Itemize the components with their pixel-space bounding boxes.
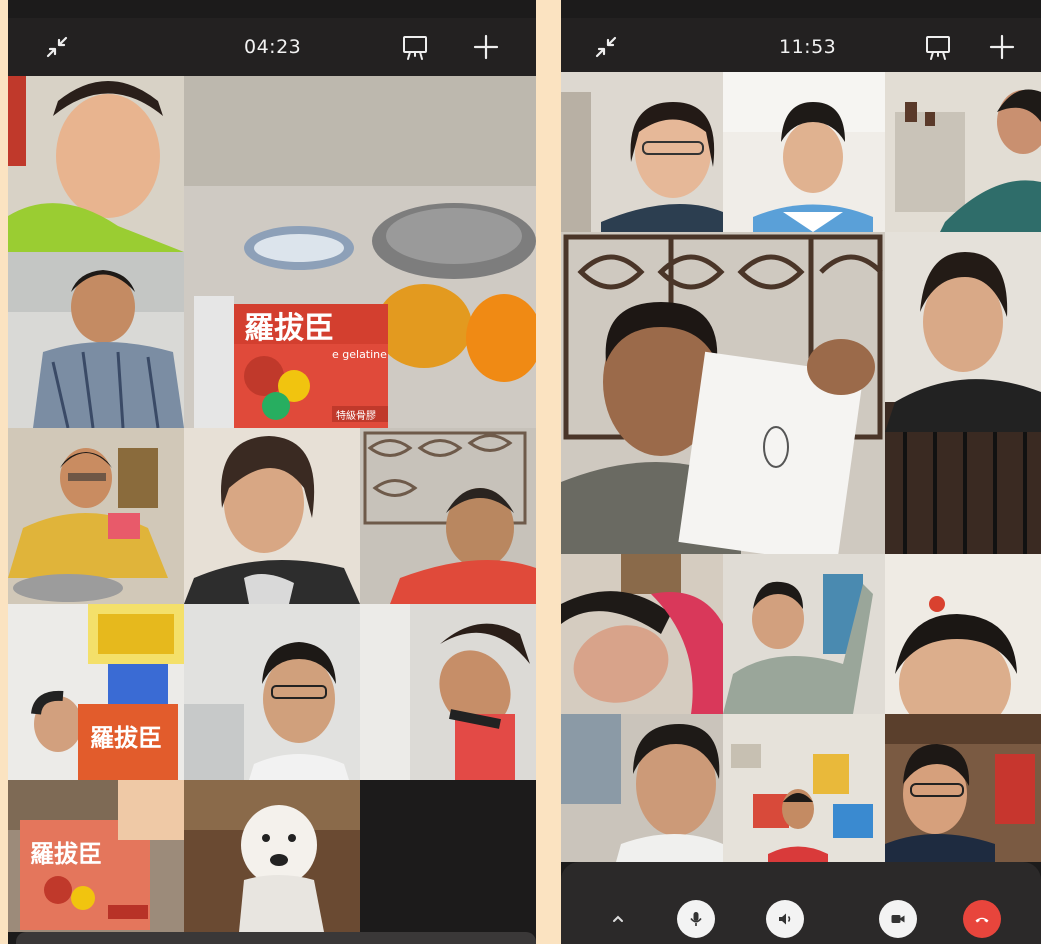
participant-video-tile[interactable] <box>360 428 536 604</box>
speaker-icon <box>779 913 791 925</box>
participant-video-tile[interactable] <box>184 428 360 604</box>
package-subtitle-text: e gelatine <box>332 348 387 361</box>
participant-grid: 羅拔臣 e gelatine 特級骨膠 羅拔臣 羅拔臣 <box>8 76 536 932</box>
package-brand-text: 羅拔臣 <box>90 724 162 752</box>
add-participant-icon[interactable] <box>471 32 501 62</box>
participant-video-tile[interactable]: 羅拔臣 e gelatine 特級骨膠 <box>184 76 536 428</box>
camera-button[interactable] <box>879 900 917 938</box>
right-call-screen: 11:53 <box>561 0 1041 944</box>
whiteboard-icon[interactable] <box>400 32 430 62</box>
participant-video-tile[interactable] <box>885 714 1041 862</box>
participant-video-tile[interactable] <box>561 714 723 862</box>
participant-video-tile[interactable] <box>885 232 1041 554</box>
microphone-button[interactable] <box>677 900 715 938</box>
participant-video-tile[interactable] <box>885 72 1041 232</box>
participant-video-tile[interactable] <box>360 604 536 780</box>
minimize-icon[interactable] <box>591 32 621 62</box>
call-controls-bar <box>561 862 1041 944</box>
add-participant-icon[interactable] <box>987 32 1017 62</box>
microphone-icon <box>690 912 702 926</box>
chevron-up-icon <box>613 915 623 922</box>
participant-video-tile[interactable]: 羅拔臣 <box>8 604 184 780</box>
video-camera-icon <box>891 915 905 923</box>
package-brand-text: 羅拔臣 <box>244 311 334 346</box>
participant-grid <box>561 72 1041 862</box>
package-brand-text: 羅拔臣 <box>30 840 102 868</box>
hang-up-icon <box>975 917 989 923</box>
participant-video-tile[interactable] <box>723 72 885 232</box>
participant-video-tile[interactable] <box>561 72 723 232</box>
participant-video-tile[interactable] <box>561 232 885 554</box>
package-tag-text: 特級骨膠 <box>336 409 376 422</box>
call-timer: 11:53 <box>779 36 837 58</box>
speaker-button[interactable] <box>766 900 804 938</box>
participant-video-tile[interactable] <box>184 780 360 932</box>
participant-video-tile[interactable] <box>8 428 184 604</box>
bottom-sheet-handle[interactable] <box>16 932 536 944</box>
expand-controls-button[interactable] <box>599 900 637 938</box>
minimize-icon[interactable] <box>42 32 72 62</box>
participant-video-tile[interactable] <box>561 554 723 714</box>
participant-video-tile[interactable] <box>8 252 184 428</box>
participant-video-tile[interactable]: 羅拔臣 <box>8 780 184 932</box>
participant-video-tile[interactable] <box>723 554 885 714</box>
participant-video-tile[interactable] <box>723 714 885 862</box>
call-top-bar: 11:53 <box>561 18 1041 76</box>
left-call-screen: 04:23 羅拔臣 e gelatine 特級骨膠 羅拔臣 羅拔臣 <box>8 0 536 944</box>
call-timer: 04:23 <box>244 36 302 58</box>
hang-up-button[interactable] <box>963 900 1001 938</box>
participant-video-tile[interactable] <box>184 604 360 780</box>
whiteboard-icon[interactable] <box>923 32 953 62</box>
participant-video-tile[interactable] <box>885 554 1041 714</box>
participant-video-tile[interactable] <box>8 76 184 252</box>
call-top-bar: 04:23 <box>8 18 536 76</box>
